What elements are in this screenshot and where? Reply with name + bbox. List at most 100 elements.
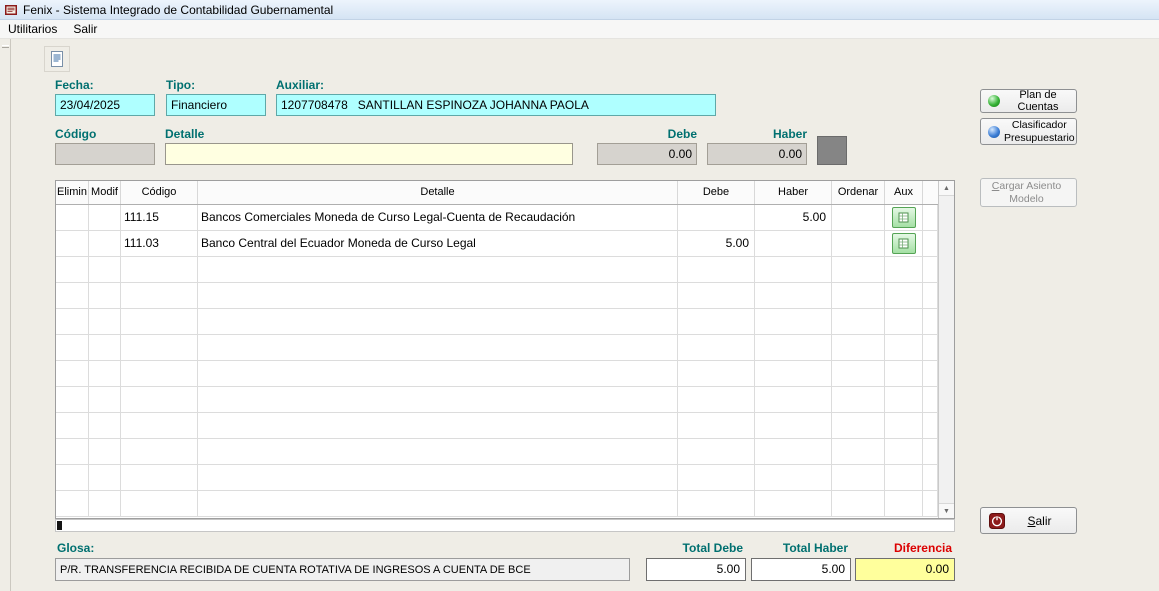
col-header-filler — [923, 181, 938, 204]
haber-input[interactable] — [707, 143, 807, 165]
cell-codigo — [121, 283, 198, 308]
cell-elimin — [56, 491, 89, 516]
cell-codigo — [121, 465, 198, 490]
cell-filler — [923, 387, 938, 412]
cell-modif — [89, 361, 121, 386]
left-splitter — [0, 39, 11, 591]
auxiliar-input[interactable] — [276, 94, 716, 116]
cell-ordenar — [832, 231, 885, 256]
entries-table: Elimin Modif Código Detalle Debe Haber O… — [55, 180, 955, 519]
cell-ordenar — [832, 491, 885, 516]
cell-aux — [885, 309, 923, 334]
menu-utilitarios[interactable]: Utilitarios — [0, 21, 65, 37]
codigo-input[interactable] — [55, 143, 155, 165]
cell-detalle: Banco Central del Ecuador Moneda de Curs… — [198, 231, 678, 256]
table-row[interactable] — [56, 361, 938, 387]
col-header-detalle: Detalle — [198, 181, 678, 204]
clasificador-presupuestario-button[interactable]: ClasificadorPresupuestario — [980, 118, 1077, 145]
table-row[interactable] — [56, 413, 938, 439]
cell-aux — [885, 387, 923, 412]
table-row[interactable] — [56, 309, 938, 335]
salir-label: Salir — [1007, 514, 1076, 528]
window-title: Fenix - Sistema Integrado de Contabilida… — [23, 3, 333, 17]
cell-elimin — [56, 335, 89, 360]
tipo-input[interactable] — [166, 94, 266, 116]
cell-haber — [755, 257, 832, 282]
table-row[interactable] — [56, 491, 938, 517]
cell-modif — [89, 491, 121, 516]
cell-haber — [755, 439, 832, 464]
cell-ordenar — [832, 465, 885, 490]
green-sphere-icon — [988, 95, 1000, 107]
cell-detalle — [198, 413, 678, 438]
cell-detalle — [198, 439, 678, 464]
grid-body: 111.15 Bancos Comerciales Moneda de Curs… — [56, 205, 938, 518]
cell-codigo — [121, 335, 198, 360]
aux-button[interactable] — [892, 233, 916, 254]
cell-codigo — [121, 387, 198, 412]
toolbar-document-icon[interactable] — [44, 46, 70, 72]
scroll-down-icon[interactable]: ▼ — [939, 503, 954, 518]
table-row[interactable] — [56, 439, 938, 465]
table-row[interactable] — [56, 387, 938, 413]
cell-ordenar — [832, 205, 885, 230]
cell-elimin — [56, 309, 89, 334]
cell-elimin — [56, 231, 89, 256]
table-row[interactable] — [56, 465, 938, 491]
cell-codigo: 111.03 — [121, 231, 198, 256]
fecha-input[interactable] — [55, 94, 155, 116]
cell-aux — [885, 205, 923, 230]
cell-elimin — [56, 465, 89, 490]
col-header-codigo: Código — [121, 181, 198, 204]
haber-label: Haber — [757, 127, 807, 141]
scroll-up-icon[interactable]: ▲ — [939, 181, 954, 196]
cell-detalle: Bancos Comerciales Moneda de Curso Legal… — [198, 205, 678, 230]
cell-filler — [923, 283, 938, 308]
salir-button[interactable]: Salir — [980, 507, 1077, 534]
cell-ordenar — [832, 283, 885, 308]
cell-detalle — [198, 335, 678, 360]
total-haber-label: Total Haber — [751, 541, 848, 555]
table-row[interactable] — [56, 335, 938, 361]
cell-filler — [923, 465, 938, 490]
glosa-input[interactable] — [55, 558, 630, 581]
cell-debe — [678, 413, 755, 438]
col-header-ordenar: Ordenar — [832, 181, 885, 204]
cell-aux — [885, 335, 923, 360]
vertical-scrollbar[interactable]: ▲ ▼ — [938, 181, 954, 518]
gray-square-button[interactable] — [817, 136, 847, 165]
table-row[interactable]: 111.03 Banco Central del Ecuador Moneda … — [56, 231, 938, 257]
detalle-input[interactable] — [165, 143, 573, 165]
cell-codigo — [121, 491, 198, 516]
blue-sphere-icon — [988, 126, 1000, 138]
cell-ordenar — [832, 413, 885, 438]
cargar-asiento-modelo-button[interactable]: Cargar AsientoModelo — [980, 178, 1077, 207]
cell-ordenar — [832, 257, 885, 282]
aux-button[interactable] — [892, 207, 916, 228]
cell-codigo — [121, 413, 198, 438]
table-row[interactable] — [56, 283, 938, 309]
cell-codigo — [121, 257, 198, 282]
cell-aux — [885, 413, 923, 438]
col-header-elimin: Elimin — [56, 181, 89, 204]
table-row[interactable] — [56, 257, 938, 283]
cell-codigo: 111.15 — [121, 205, 198, 230]
app-icon — [4, 3, 18, 17]
cell-debe — [678, 309, 755, 334]
total-debe-value: 5.00 — [646, 558, 746, 581]
cell-elimin — [56, 413, 89, 438]
cell-debe — [678, 257, 755, 282]
cell-modif — [89, 465, 121, 490]
codigo-label: Código — [55, 127, 96, 141]
cell-filler — [923, 413, 938, 438]
table-row[interactable]: 111.15 Bancos Comerciales Moneda de Curs… — [56, 205, 938, 231]
cell-ordenar — [832, 387, 885, 412]
title-bar: Fenix - Sistema Integrado de Contabilida… — [0, 0, 1159, 20]
cell-filler — [923, 205, 938, 230]
cell-detalle — [198, 257, 678, 282]
debe-input[interactable] — [597, 143, 697, 165]
menu-salir[interactable]: Salir — [65, 21, 105, 37]
plan-de-cuentas-button[interactable]: Plan de Cuentas — [980, 89, 1077, 113]
horizontal-scrollbar[interactable] — [55, 519, 955, 532]
horizontal-scroll-thumb[interactable] — [57, 521, 62, 530]
